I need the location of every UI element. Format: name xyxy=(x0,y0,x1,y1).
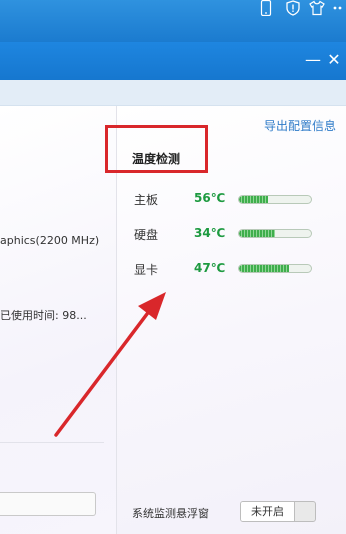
harddisk-temp-gauge xyxy=(238,229,312,238)
minimize-button[interactable]: — xyxy=(305,51,321,71)
motherboard-label: 主板 xyxy=(134,193,159,207)
divider xyxy=(0,442,104,443)
harddisk-temp: 34℃ xyxy=(194,226,226,240)
shirt-icon[interactable] xyxy=(307,0,327,20)
gpu-temp: 47℃ xyxy=(194,261,226,275)
title-bar xyxy=(0,0,346,42)
shield-icon[interactable] xyxy=(283,0,303,20)
phone-icon[interactable] xyxy=(256,0,276,20)
gpu-info-text: aphics(2200 MHz) xyxy=(0,234,100,247)
left-input-box[interactable] xyxy=(0,492,96,516)
toggle-state-label: 未开启 xyxy=(241,502,295,521)
motherboard-temp-gauge xyxy=(238,195,312,204)
window-header: — ✕ xyxy=(0,42,346,80)
annotation-highlight-box xyxy=(105,125,208,173)
more-icon[interactable] xyxy=(330,0,346,20)
gpu-label: 显卡 xyxy=(134,263,159,277)
floating-window-toggle[interactable]: 未开启 xyxy=(240,501,316,522)
floating-window-label: 系统监测悬浮窗 xyxy=(132,507,209,520)
motherboard-temp: 56℃ xyxy=(194,191,226,205)
usage-time-text: 已使用时间: 98... xyxy=(0,309,87,322)
export-config-link[interactable]: 导出配置信息 xyxy=(264,117,336,134)
gauge-fill xyxy=(239,196,268,203)
gpu-temp-gauge xyxy=(238,264,312,273)
toolbar-strip xyxy=(0,80,346,106)
harddisk-label: 硬盘 xyxy=(134,228,159,242)
gauge-fill xyxy=(239,230,275,237)
close-button[interactable]: ✕ xyxy=(325,50,343,70)
gauge-fill xyxy=(239,265,290,272)
